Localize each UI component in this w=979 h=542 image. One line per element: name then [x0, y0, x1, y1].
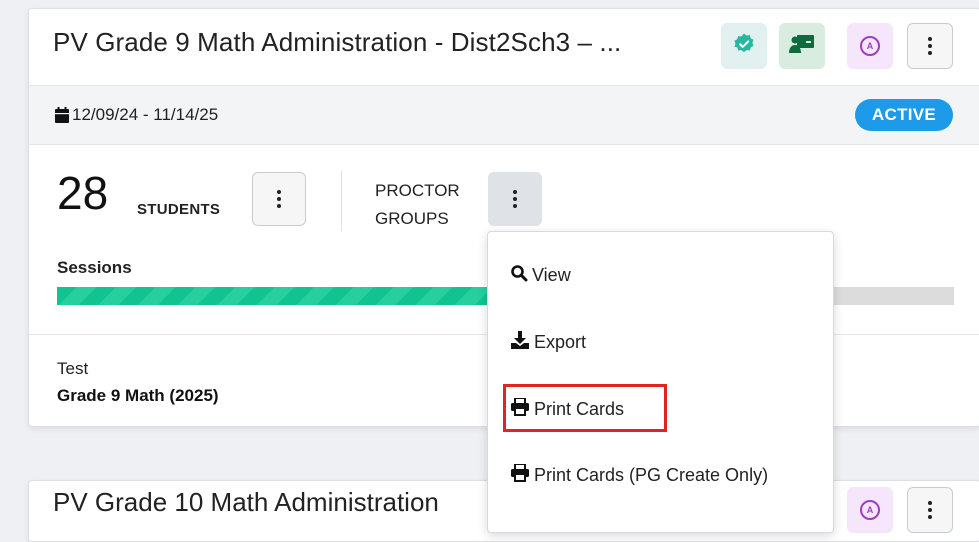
menu-item-export[interactable]: Export: [510, 331, 586, 354]
menu-item-print-cards[interactable]: Print Cards: [510, 397, 625, 421]
proctor-groups-label: PROCTOR GROUPS: [375, 177, 460, 233]
proctor-groups-menu: View Export Print Cards Print Cards (PG …: [487, 231, 834, 533]
classroom-icon: [788, 32, 816, 61]
test-name: Grade 9 Math (2025): [57, 386, 219, 405]
download-icon: [510, 331, 530, 354]
test-label: Test: [57, 359, 89, 378]
calendar-icon: [55, 107, 69, 128]
classroom-button[interactable]: [779, 23, 825, 69]
accommodation-button[interactable]: A: [847, 23, 893, 69]
search-icon: [510, 264, 528, 287]
proctor-groups-label-line1: PROCTOR: [375, 181, 460, 200]
card-more-button[interactable]: [907, 23, 953, 69]
status-badge: ACTIVE: [855, 99, 953, 131]
divider: [341, 171, 342, 231]
menu-item-view[interactable]: View: [510, 264, 571, 287]
printer-icon: [510, 397, 530, 421]
printer-icon: [510, 463, 530, 487]
card-header: PV Grade 9 Math Administration - Dist2Sc…: [29, 9, 979, 86]
card-title[interactable]: PV Grade 10 Math Administration: [53, 487, 439, 518]
card-more-button[interactable]: [907, 487, 953, 533]
proctor-groups-more-button[interactable]: [488, 172, 542, 226]
proctor-groups-label-line2: GROUPS: [375, 209, 449, 228]
menu-item-label: View: [532, 265, 571, 285]
sessions-label: Sessions: [57, 258, 132, 277]
more-vertical-icon: [277, 190, 281, 208]
more-vertical-icon: [928, 501, 932, 519]
menu-item-label: Export: [534, 332, 587, 352]
menu-item-label: Print Cards: [534, 399, 625, 419]
students-count: 28: [57, 167, 109, 219]
menu-item-label: Print Cards (PG Create Only): [534, 465, 769, 485]
students-more-button[interactable]: [252, 172, 306, 226]
menu-item-print-cards-pg-create-only[interactable]: Print Cards (PG Create Only): [510, 463, 769, 487]
more-vertical-icon: [513, 190, 517, 208]
sessions-progress-fill: [57, 287, 488, 305]
date-range: 12/09/24 - 11/14/25: [72, 105, 219, 124]
students-label: STUDENTS: [137, 201, 221, 218]
verified-check-icon: [732, 32, 756, 61]
card-title[interactable]: PV Grade 9 Math Administration - Dist2Sc…: [53, 27, 621, 58]
date-bar: 12/09/24 - 11/14/25 ACTIVE: [29, 86, 979, 145]
accommodation-button[interactable]: A: [847, 487, 893, 533]
more-vertical-icon: [928, 37, 932, 55]
verified-button[interactable]: [721, 23, 767, 69]
accommodation-a-icon: A: [860, 36, 880, 56]
accommodation-a-icon: A: [860, 500, 880, 520]
